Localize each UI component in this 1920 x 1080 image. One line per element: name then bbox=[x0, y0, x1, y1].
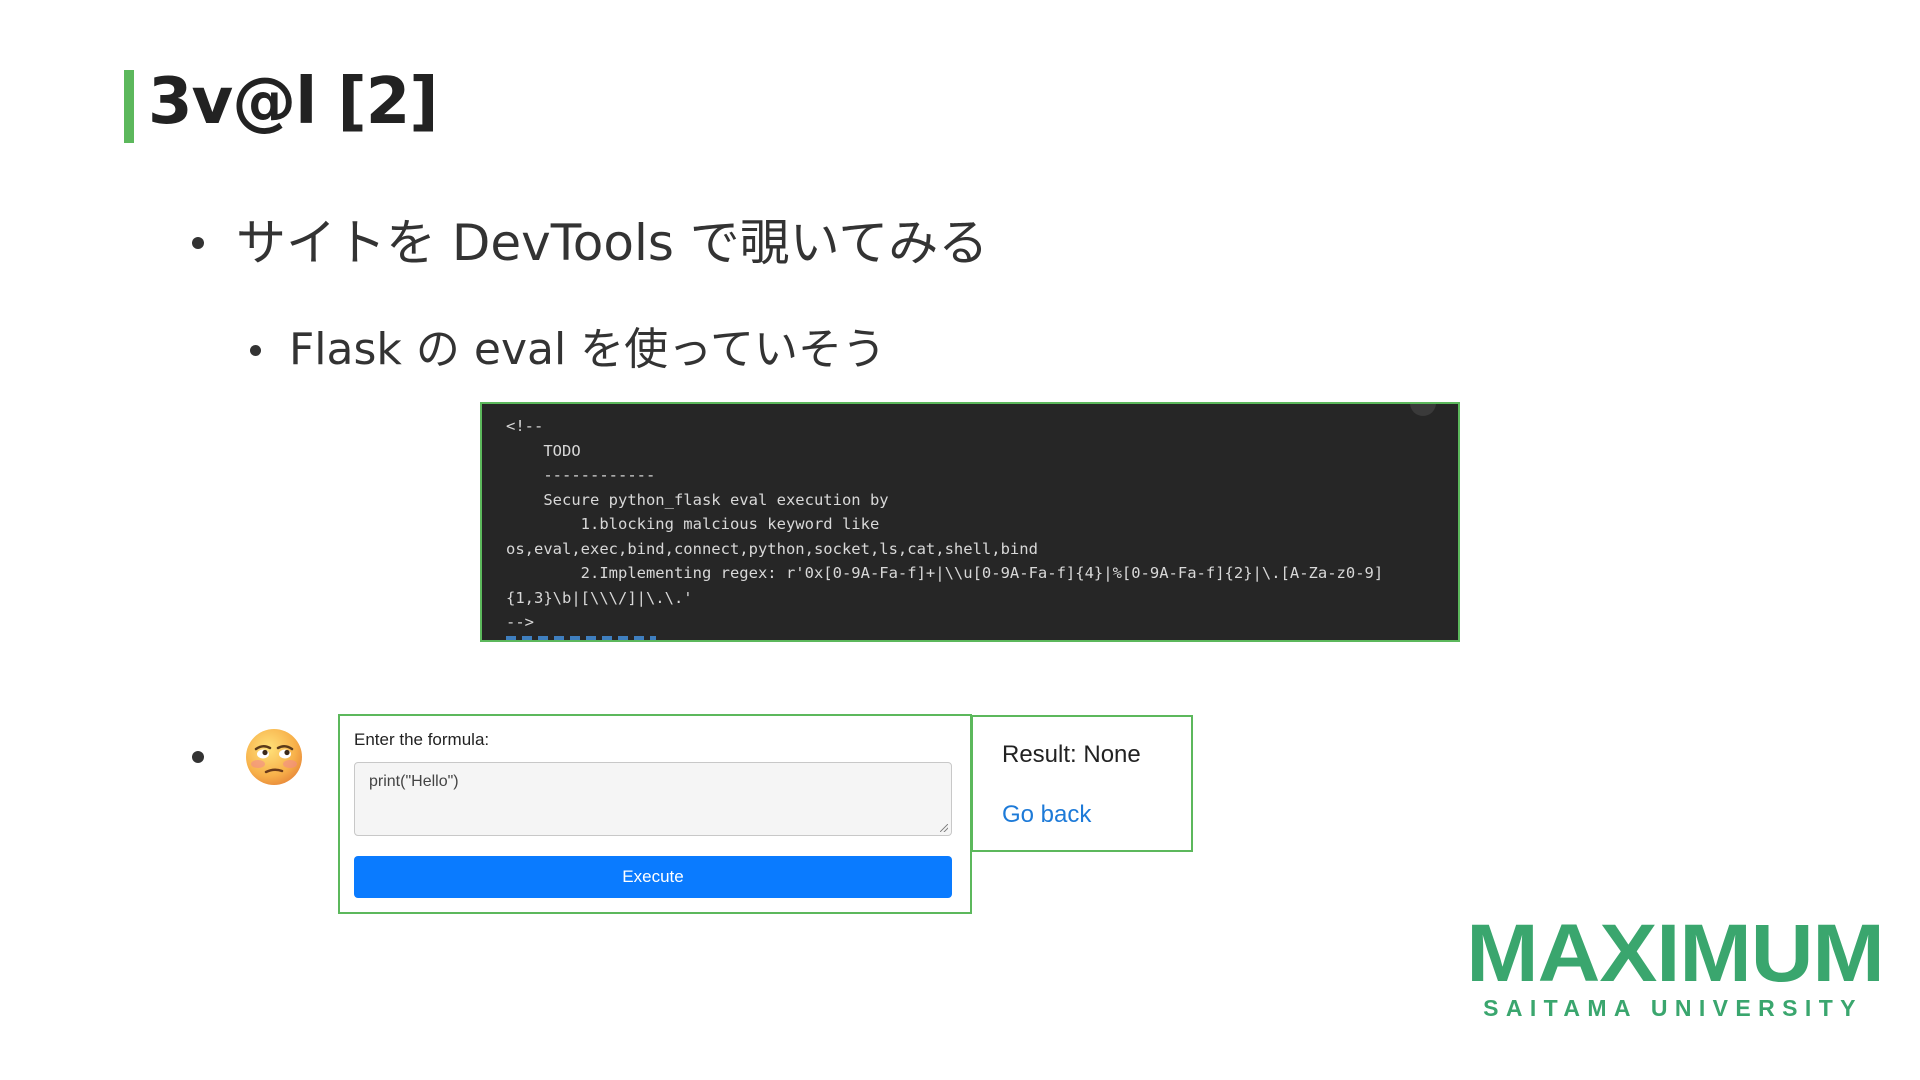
formula-form-screenshot: Enter the formula: print("Hello") Execut… bbox=[338, 714, 972, 914]
face-with-rolling-eyes-icon bbox=[246, 729, 302, 785]
bullet-flask-eval: Flask の eval を使っていそう bbox=[250, 320, 886, 380]
execute-button[interactable]: Execute bbox=[354, 856, 952, 898]
bullet-dot bbox=[192, 751, 204, 763]
formula-label: Enter the formula: bbox=[354, 730, 490, 749]
title-accent-bar bbox=[124, 70, 134, 143]
result-text: Result: None bbox=[1002, 741, 1141, 768]
bullet-emoji bbox=[192, 727, 236, 787]
maximum-logo: MAXIMUM SAITAMA UNIVERSITY bbox=[1466, 913, 1885, 1022]
slide-title: 3v@l [2] bbox=[148, 65, 438, 139]
code-bottom-cutoff bbox=[506, 636, 656, 640]
bullet-dot bbox=[192, 237, 204, 249]
bullet-flask-eval-text: Flask の eval を使っていそう bbox=[289, 324, 886, 375]
html-comment-code: <!-- TODO ------------ Secure python_fla… bbox=[506, 417, 1384, 631]
logo-main-text: MAXIMUM bbox=[1466, 908, 1885, 999]
formula-input[interactable]: print("Hello") bbox=[354, 762, 952, 836]
go-back-link[interactable]: Go back bbox=[1002, 801, 1091, 829]
textarea-resize-grip[interactable] bbox=[940, 824, 948, 832]
scroll-button-icon bbox=[1410, 404, 1436, 416]
logo-subtitle: SAITAMA UNIVERSITY bbox=[1483, 995, 1863, 1021]
result-screenshot: Result: None Go back bbox=[971, 715, 1193, 852]
bullet-devtools: サイトを DevTools で覗いてみる bbox=[192, 213, 988, 273]
bullet-devtools-text: サイトを DevTools で覗いてみる bbox=[236, 214, 989, 272]
devtools-code-screenshot: <!-- TODO ------------ Secure python_fla… bbox=[480, 402, 1460, 642]
bullet-dot bbox=[250, 344, 261, 356]
